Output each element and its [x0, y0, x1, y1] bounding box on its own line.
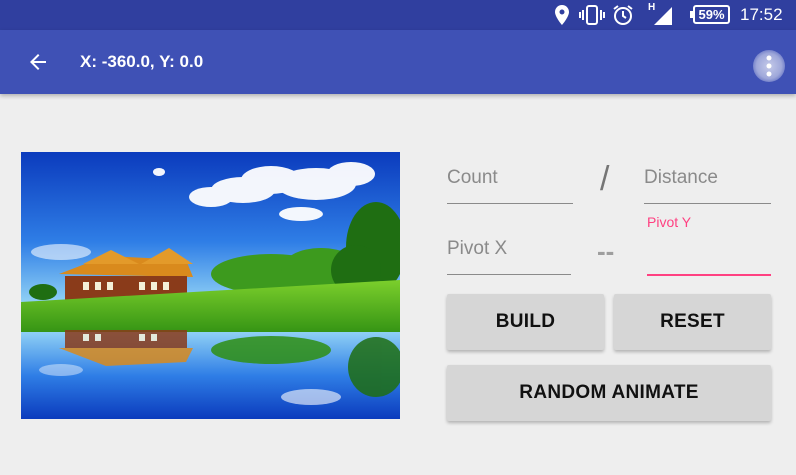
signal-icon: H [648, 2, 674, 26]
count-underline [447, 203, 573, 204]
touch-indicator [753, 50, 785, 82]
distance-underline [644, 203, 771, 204]
alarm-icon [612, 4, 634, 26]
network-type-label: H [648, 2, 656, 13]
clock: 17:52 [740, 5, 783, 24]
build-button[interactable]: BUILD [447, 294, 604, 350]
pivot-x-placeholder: Pivot X [447, 238, 508, 259]
status-bar: H 59% 17:52 [0, 0, 796, 30]
reset-button[interactable]: RESET [614, 294, 771, 350]
count-placeholder: Count [447, 167, 498, 188]
pivot-x-field[interactable]: Pivot X [447, 235, 571, 275]
toolbar: X: -360.0, Y: 0.0 [0, 30, 796, 94]
pivot-x-underline [447, 274, 571, 275]
dash-separator: -- [597, 236, 615, 266]
distance-placeholder: Distance [644, 167, 718, 188]
pivot-y-underline [647, 274, 771, 276]
landscape-image [21, 152, 400, 419]
slash-separator: / [600, 160, 610, 198]
pivot-y-field[interactable] [647, 236, 771, 276]
vibrate-icon [579, 4, 605, 26]
random-animate-button[interactable]: RANDOM ANIMATE [447, 365, 771, 421]
arrow-left-icon [30, 54, 46, 70]
pivot-y-label: Pivot Y [647, 214, 692, 230]
page-title: X: -360.0, Y: 0.0 [80, 52, 204, 71]
distance-field[interactable]: Distance [644, 164, 771, 204]
location-icon [553, 4, 571, 26]
back-button[interactable] [18, 42, 58, 82]
battery-icon: 59% [690, 5, 730, 24]
count-field[interactable]: Count [447, 164, 573, 204]
